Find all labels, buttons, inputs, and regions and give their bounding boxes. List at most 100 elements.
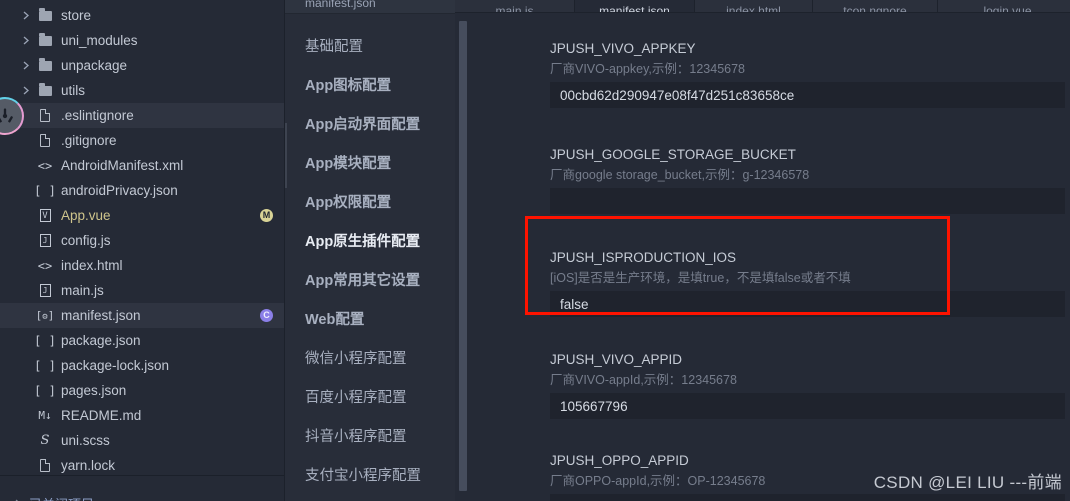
field-hint-label: 厂商VIVO-appkey,示例：12345678 bbox=[550, 62, 746, 76]
section-nav-item[interactable]: 百度小程序配置 bbox=[285, 377, 455, 416]
file-name-label: main.js bbox=[61, 283, 104, 298]
section-nav-item[interactable]: 抖音小程序配置 bbox=[285, 416, 455, 455]
file-tree-row[interactable]: uni_modules bbox=[0, 28, 285, 53]
editor-tab[interactable]: index.html bbox=[695, 0, 813, 12]
editor-tab[interactable]: manifest.json bbox=[575, 0, 695, 12]
git-status-badge-icon: C bbox=[260, 309, 273, 322]
file-tree-row[interactable]: M↓ README.md bbox=[0, 403, 285, 428]
editor-vertical-scrollbar[interactable] bbox=[459, 21, 467, 491]
file-name-label: pages.json bbox=[61, 383, 127, 398]
json-file-icon: [ ] bbox=[34, 333, 56, 348]
vue-file-icon: V bbox=[34, 209, 56, 222]
manifest-field: JPUSH_ISPRODUCTION_IOS [iOS]是否是生产环境，是填tru… bbox=[550, 250, 1065, 317]
json-file-icon: [ ] bbox=[34, 383, 56, 398]
file-tree-row[interactable]: <> AndroidManifest.xml bbox=[0, 153, 285, 178]
manifest-field: JPUSH_GOOGLE_STORAGE_BUCKET 厂商google stor… bbox=[550, 147, 1065, 214]
xml-file-icon: <> bbox=[37, 158, 53, 173]
file-tree-row[interactable]: .gitignore bbox=[0, 128, 285, 153]
file-name-label: .eslintignore bbox=[61, 108, 134, 123]
file-tree-row[interactable]: utils bbox=[0, 78, 285, 103]
file-name-label: utils bbox=[61, 83, 86, 98]
editor-tab-label: tcon.ngnore bbox=[843, 4, 907, 12]
json-file-icon: [ ] bbox=[34, 183, 56, 198]
file-tree-row[interactable]: Jmain.js bbox=[0, 278, 285, 303]
file-name-label: uni.scss bbox=[61, 433, 110, 448]
editor-tab[interactable]: login.vue bbox=[938, 0, 1070, 12]
json-file-icon: [ ] bbox=[34, 358, 56, 373]
section-nav-item[interactable]: App原生插件配置 bbox=[285, 221, 455, 260]
explorer-closed-projects-section[interactable]: 已关闭项目 bbox=[0, 475, 285, 501]
file-name-label: package-lock.json bbox=[61, 358, 170, 373]
hbuilderx-window: store uni_modules unpackage utils .eslintign… bbox=[0, 0, 1070, 501]
section-nav-item[interactable]: 微信小程序配置 bbox=[285, 338, 455, 377]
editor-tab-label: login.vue bbox=[983, 4, 1032, 12]
field-value-input[interactable]: 00cbd62d290947e08f47d251c83658ce bbox=[550, 82, 1065, 108]
file-name-label: yarn.lock bbox=[61, 458, 116, 473]
file-name-label: package.json bbox=[61, 333, 141, 348]
file-tree-row[interactable]: [ ] pages.json bbox=[0, 378, 285, 403]
section-nav-item[interactable]: QQ小程序配置 bbox=[285, 494, 455, 501]
file-name-label: .gitignore bbox=[61, 133, 117, 148]
file-tree[interactable]: store uni_modules unpackage utils .eslintign… bbox=[0, 3, 285, 478]
editor-tab[interactable]: main.js bbox=[455, 0, 575, 12]
sass-file-icon: S bbox=[40, 433, 50, 448]
file-icon bbox=[34, 109, 56, 122]
file-tree-row[interactable]: [ ] package-lock.json bbox=[0, 353, 285, 378]
editor-body: JPUSH_VIVO_APPKEY 厂商VIVO-appkey,示例：123456… bbox=[455, 13, 1070, 501]
file-name-label: unpackage bbox=[61, 58, 128, 73]
editor-tabbar[interactable]: main.js manifest.json index.html tcon.ngnor… bbox=[455, 0, 1070, 13]
file-tree-row[interactable]: [ ] package.json bbox=[0, 328, 285, 353]
chevron-right-icon[interactable] bbox=[18, 61, 34, 70]
folder-icon bbox=[34, 82, 56, 96]
section-nav-item[interactable]: App权限配置 bbox=[285, 182, 455, 221]
field-key-label: JPUSH_VIVO_APPID bbox=[550, 352, 683, 367]
section-nav-item[interactable]: 基础配置 bbox=[285, 26, 455, 65]
manifest-file-icon: [⚙] bbox=[35, 309, 55, 322]
section-nav-scrollbar[interactable] bbox=[285, 123, 287, 188]
closed-projects-label: 已关闭项目 bbox=[26, 494, 94, 501]
field-value-input[interactable]: OP-31280469 bbox=[550, 494, 1065, 501]
editor-tab[interactable]: tcon.ngnore bbox=[813, 0, 938, 12]
chevron-right-icon[interactable] bbox=[18, 36, 34, 45]
file-name-label: androidPrivacy.json bbox=[61, 183, 178, 198]
file-name-label: index.html bbox=[61, 258, 123, 273]
file-icon bbox=[34, 459, 56, 472]
file-tree-row[interactable]: Jconfig.js bbox=[0, 228, 285, 253]
section-nav-list[interactable]: 基础配置 App图标配置 App启动界面配置 App模块配置 App权限配置 App原生插… bbox=[285, 8, 455, 501]
file-tree-row[interactable]: store bbox=[0, 3, 285, 28]
section-nav-item[interactable]: App常用其它设置 bbox=[285, 260, 455, 299]
file-name-label: App.vue bbox=[61, 208, 111, 223]
js-file-icon: J bbox=[34, 284, 56, 297]
section-nav-item[interactable]: App启动界面配置 bbox=[285, 104, 455, 143]
section-nav-item[interactable]: 支付宝小程序配置 bbox=[285, 455, 455, 494]
field-value-input[interactable] bbox=[550, 188, 1065, 214]
file-tree-row[interactable]: [⚙] manifest.json C bbox=[0, 303, 285, 328]
file-tree-row[interactable]: .eslintignore bbox=[0, 103, 285, 128]
field-value-input[interactable]: false bbox=[550, 291, 1065, 317]
file-name-label: README.md bbox=[61, 408, 142, 423]
section-nav-top-tab-label: manifest.json bbox=[305, 0, 376, 10]
file-tree-row[interactable]: Suni.scss bbox=[0, 428, 285, 453]
section-nav-item[interactable]: Web配置 bbox=[285, 299, 455, 338]
editor-tab-label: index.html bbox=[726, 4, 781, 12]
file-tree-row[interactable]: V App.vue M bbox=[0, 203, 285, 228]
project-file-explorer: store uni_modules unpackage utils .eslintign… bbox=[0, 0, 285, 501]
html-file-icon: <> bbox=[37, 258, 53, 273]
editor-pane: main.js manifest.json index.html tcon.ngnor… bbox=[455, 0, 1070, 501]
chevron-right-icon[interactable] bbox=[18, 11, 34, 20]
explorer-scrollbar[interactable] bbox=[274, 140, 277, 202]
watermark: CSDN @LEI LIU ---前端 bbox=[873, 473, 1062, 492]
section-nav-item[interactable]: App图标配置 bbox=[285, 65, 455, 104]
section-nav-item[interactable]: App模块配置 bbox=[285, 143, 455, 182]
chevron-right-icon[interactable] bbox=[18, 86, 34, 95]
file-tree-row[interactable]: <> index.html bbox=[0, 253, 285, 278]
section-nav-top-tab[interactable]: manifest.json bbox=[285, 0, 455, 14]
file-name-label: uni_modules bbox=[61, 33, 138, 48]
field-hint-label: [iOS]是否是生产环境，是填true，不是填false或者不填 bbox=[550, 271, 851, 285]
markdown-file-icon: M↓ bbox=[38, 409, 52, 422]
file-tree-row[interactable]: [ ] androidPrivacy.json bbox=[0, 178, 285, 203]
field-value-input[interactable]: 105667796 bbox=[550, 393, 1065, 419]
file-tree-row[interactable]: unpackage bbox=[0, 53, 285, 78]
manifest-field: JPUSH_VIVO_APPKEY 厂商VIVO-appkey,示例：123456… bbox=[550, 41, 1065, 108]
file-name-label: AndroidManifest.xml bbox=[61, 158, 184, 173]
